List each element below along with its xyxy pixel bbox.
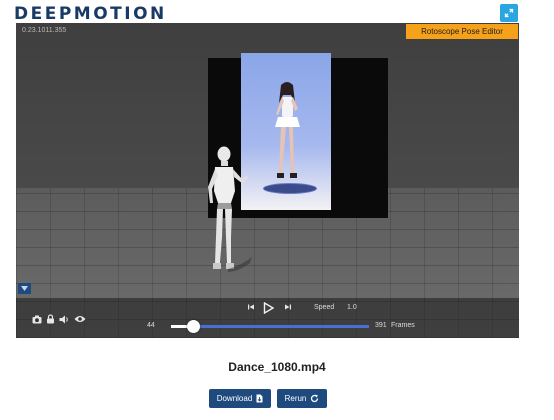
viewer-tool-icons xyxy=(32,314,86,324)
playback-controls-bar: Speed 1.0 44 391 Frames xyxy=(16,298,519,338)
eye-icon[interactable] xyxy=(74,315,86,323)
download-label: Download xyxy=(216,394,253,403)
previous-frame-button[interactable] xyxy=(247,303,255,311)
total-frames-number: 391 xyxy=(375,322,387,329)
play-button[interactable] xyxy=(263,302,274,314)
deepmotion-logo: DEEPMOTION xyxy=(14,4,167,24)
download-button[interactable]: Download xyxy=(209,389,271,408)
rerun-label: Rerun xyxy=(284,394,307,403)
speed-value[interactable]: 1.0 xyxy=(347,304,357,311)
skip-back-icon xyxy=(248,304,254,310)
version-label: 0.23.1011.355 xyxy=(22,27,67,34)
3d-avatar xyxy=(208,146,252,272)
next-frame-button[interactable] xyxy=(284,303,292,311)
file-name: Dance_1080.mp4 xyxy=(228,360,326,374)
timeline-thumb[interactable] xyxy=(186,320,200,333)
play-icon xyxy=(263,302,274,314)
source-video-frame xyxy=(241,53,331,210)
current-frame-number: 44 xyxy=(147,322,155,329)
file-download-icon xyxy=(256,394,263,403)
rerun-button[interactable]: Rerun xyxy=(277,389,327,408)
speed-label: Speed xyxy=(314,304,335,311)
volume-icon[interactable] xyxy=(59,315,70,324)
frames-label: Frames xyxy=(391,322,415,329)
timeline-slider[interactable] xyxy=(171,320,369,333)
chevron-down-icon xyxy=(21,286,28,291)
dropdown-toggle-button[interactable] xyxy=(18,283,31,294)
skip-forward-icon xyxy=(285,304,291,310)
expand-icon xyxy=(504,8,514,18)
dancer-figure xyxy=(275,82,300,178)
camera-icon[interactable] xyxy=(32,315,42,324)
rotoscope-pose-editor-button[interactable]: Rotoscope Pose Editor xyxy=(406,24,518,39)
3d-viewport[interactable]: 0.23.1011.355 Rotoscope Pose Editor Spee… xyxy=(16,23,519,338)
fullscreen-button[interactable] xyxy=(500,4,518,22)
refresh-icon xyxy=(311,394,319,403)
lock-icon[interactable] xyxy=(46,314,55,324)
